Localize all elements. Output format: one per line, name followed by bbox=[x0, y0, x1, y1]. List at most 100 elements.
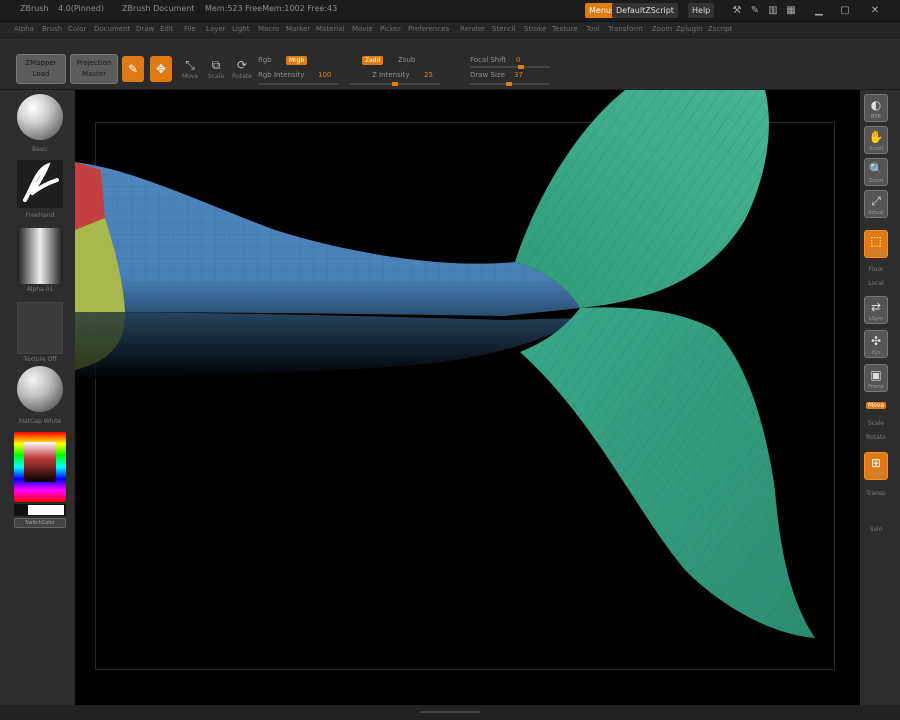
left-shelf: Basic FreeHand Alpha 01 Texture Off MatC… bbox=[0, 90, 75, 705]
bpr-button[interactable]: ◐ BPR bbox=[864, 94, 888, 122]
scale-icon[interactable]: ⧉ Scale bbox=[206, 56, 226, 82]
menu-item[interactable]: Stroke bbox=[524, 25, 546, 33]
draw-size-value[interactable]: 37 bbox=[514, 71, 523, 79]
draw-size-label: Draw Size bbox=[470, 71, 505, 79]
color-gradient[interactable] bbox=[24, 442, 56, 482]
transp-toggle[interactable]: Transp bbox=[866, 490, 886, 497]
default-zscript-button[interactable]: DefaultZScript bbox=[612, 3, 678, 18]
stroke-label: FreeHand bbox=[25, 212, 55, 219]
persp-button[interactable]: ⬚ Persp bbox=[864, 230, 888, 258]
memory-stats: Mem:523 FreeMem:1002 Free:43 bbox=[205, 4, 338, 13]
menu-item[interactable]: Zplugin bbox=[676, 25, 702, 33]
material-label: MatCap White bbox=[18, 418, 62, 425]
rotate-toggle[interactable]: Rotate bbox=[866, 434, 886, 441]
rotate-icon[interactable]: ⟳ Rotate bbox=[232, 56, 252, 82]
menu-item[interactable]: Preferences bbox=[408, 25, 449, 33]
menu-item[interactable]: Tool bbox=[586, 25, 600, 33]
menu-item[interactable]: File bbox=[184, 25, 196, 33]
alpha-selector[interactable]: Alpha 01 bbox=[14, 228, 66, 296]
bottom-bar bbox=[0, 705, 900, 720]
title-bar: ZBrush 4.0(Pinned) ZBrush Document Mem:5… bbox=[0, 0, 900, 22]
tool-icon[interactable]: ⚒ bbox=[730, 4, 744, 17]
rgb-intensity-value[interactable]: 100 bbox=[318, 71, 331, 79]
scroll-button[interactable]: ✋ Scroll bbox=[864, 126, 888, 154]
menu-item[interactable]: Zoom bbox=[652, 25, 672, 33]
zoom-button[interactable]: 🔍 Zoom bbox=[864, 158, 888, 186]
maximize-icon[interactable]: ▢ bbox=[838, 4, 852, 17]
projection-master-button[interactable]: Projection Master bbox=[70, 54, 118, 84]
menu-item[interactable]: Macro bbox=[258, 25, 279, 33]
zsub-toggle[interactable]: Zsub bbox=[398, 56, 415, 64]
fish-tail-model[interactable] bbox=[75, 90, 860, 705]
color-picker[interactable] bbox=[14, 432, 66, 502]
menu-item[interactable]: Marker bbox=[286, 25, 310, 33]
color-swatches[interactable] bbox=[14, 504, 66, 516]
menu-item[interactable]: Texture bbox=[552, 25, 578, 33]
zadd-toggle[interactable]: Zadd bbox=[362, 56, 384, 65]
z-intensity-value[interactable]: 25 bbox=[424, 71, 433, 79]
draw-icon[interactable]: ✥ bbox=[150, 56, 172, 82]
polyf-button[interactable]: ⊞ PolyF bbox=[864, 452, 888, 480]
stroke-preview bbox=[17, 160, 63, 208]
menu-item[interactable]: Transform bbox=[608, 25, 643, 33]
canvas-viewport[interactable] bbox=[75, 90, 860, 705]
menu-item[interactable]: Brush bbox=[42, 25, 62, 33]
move-toggle[interactable]: Move bbox=[866, 402, 886, 409]
menu-item[interactable]: Material bbox=[316, 25, 344, 33]
rgb-intensity-slider[interactable] bbox=[258, 83, 338, 85]
menu-item[interactable]: Light bbox=[232, 25, 249, 33]
menu-item[interactable]: Stencil bbox=[492, 25, 516, 33]
alpha-preview bbox=[17, 228, 63, 284]
material-selector[interactable]: MatCap White bbox=[14, 366, 66, 428]
menu-item[interactable]: Picker bbox=[380, 25, 401, 33]
lsym-button[interactable]: ⇄ LSym bbox=[864, 296, 888, 324]
menu-bar: Alpha Brush Color Document Draw Edit Fil… bbox=[0, 22, 900, 38]
focal-shift-value[interactable]: 0 bbox=[516, 56, 520, 64]
focal-shift-knob[interactable] bbox=[518, 65, 524, 69]
bottom-scroll-handle[interactable] bbox=[420, 711, 480, 713]
solo-toggle[interactable]: Solo bbox=[866, 526, 886, 533]
layout-icon[interactable]: ▥ bbox=[766, 4, 780, 17]
menu-item[interactable]: Document bbox=[94, 25, 130, 33]
cursor-icon[interactable]: ✎ bbox=[748, 4, 762, 17]
menu-item[interactable]: Alpha bbox=[14, 25, 34, 33]
brush-preview bbox=[17, 94, 63, 140]
grid-icon[interactable]: ▦ bbox=[784, 4, 798, 17]
menu-item[interactable]: Draw bbox=[136, 25, 154, 33]
close-icon[interactable]: ✕ bbox=[868, 4, 882, 17]
mrgb-toggle[interactable]: Mrgb bbox=[286, 56, 308, 65]
help-button[interactable]: Help bbox=[688, 3, 715, 18]
edit-icon[interactable]: ✎ bbox=[122, 56, 144, 82]
floor-toggle[interactable]: Floor bbox=[866, 266, 886, 273]
brush-selector[interactable]: Basic bbox=[14, 94, 66, 156]
polyf-label: PolyF bbox=[869, 472, 883, 478]
menu-item[interactable]: Zscript bbox=[708, 25, 732, 33]
bpr-label: BPR bbox=[871, 114, 881, 120]
secondary-color-swatch[interactable] bbox=[28, 505, 64, 515]
texture-selector[interactable]: Texture Off bbox=[14, 302, 66, 366]
menu-item[interactable]: Edit bbox=[160, 25, 174, 33]
menu-item[interactable]: Layer bbox=[206, 25, 226, 33]
z-intensity-label: Z Intensity bbox=[372, 71, 410, 79]
draw-size-knob[interactable] bbox=[506, 82, 512, 86]
tail-body-wireframe bbox=[75, 162, 580, 316]
zmapper-button[interactable]: ZMapper Load bbox=[16, 54, 66, 84]
stroke-selector[interactable]: FreeHand bbox=[14, 160, 66, 222]
actual-button[interactable]: ⤢ Actual bbox=[864, 190, 888, 218]
z-intensity-knob[interactable] bbox=[392, 82, 398, 86]
scale-toggle[interactable]: Scale bbox=[866, 420, 886, 427]
move-icon[interactable]: ⤡ Move bbox=[180, 56, 200, 82]
frame-button[interactable]: ▣ Frame bbox=[864, 364, 888, 392]
lower-fin-detail bbox=[520, 307, 815, 638]
xyz-button[interactable]: ✣ Xyz bbox=[864, 330, 888, 358]
rgb-toggle[interactable]: Rgb bbox=[258, 56, 272, 64]
projection-label: Projection bbox=[76, 59, 112, 67]
move-label: Move bbox=[181, 73, 199, 80]
minimize-icon[interactable]: ▁ bbox=[812, 4, 826, 17]
focal-shift-slider[interactable] bbox=[470, 66, 550, 68]
menu-item[interactable]: Color bbox=[68, 25, 86, 33]
menu-item[interactable]: Render bbox=[460, 25, 485, 33]
menu-item[interactable]: Movie bbox=[352, 25, 373, 33]
switch-color-button[interactable]: SwitchColor bbox=[14, 518, 66, 528]
local-toggle[interactable]: Local bbox=[866, 280, 886, 287]
